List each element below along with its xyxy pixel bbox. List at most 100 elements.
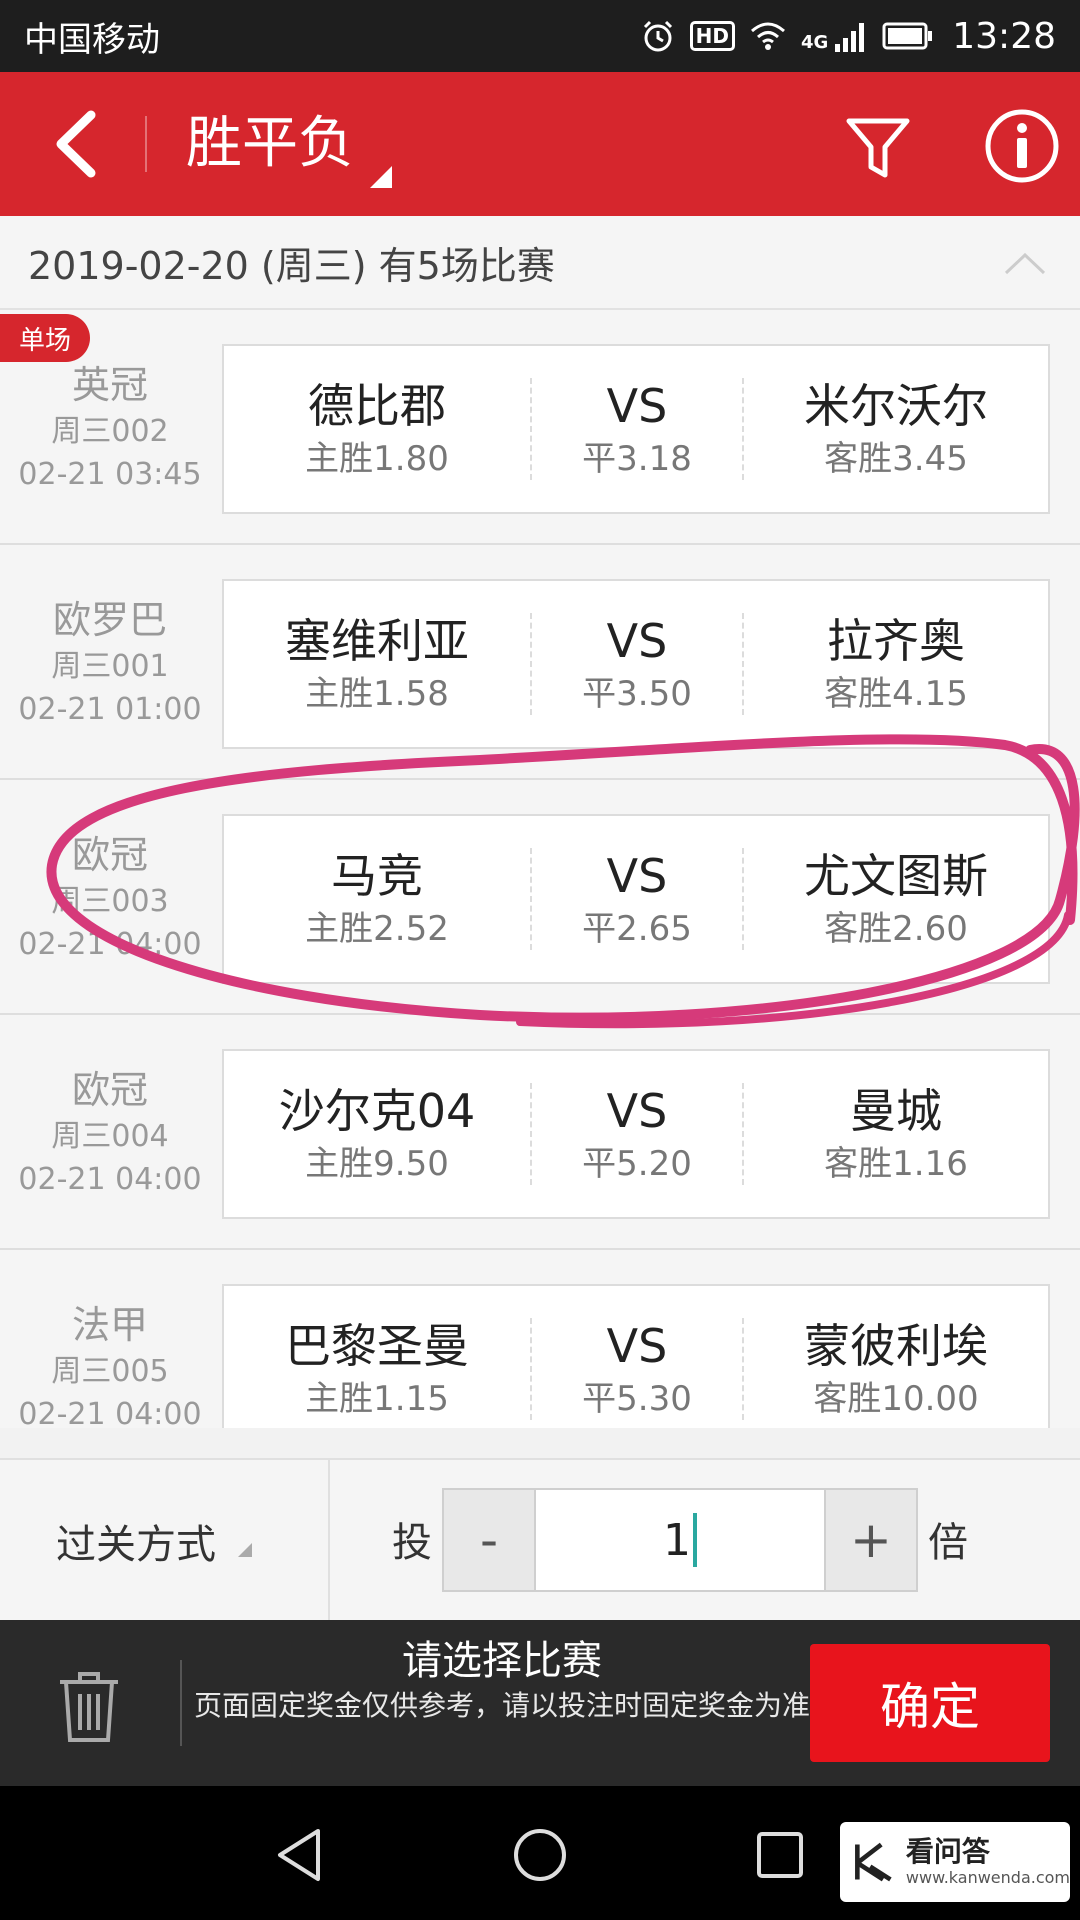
odds-box: 马竞 主胜2.52 VS 平2.65 尤文图斯 客胜2.60 — [222, 814, 1050, 984]
home-win-option[interactable]: 巴黎圣曼 主胜1.15 — [224, 1286, 530, 1428]
match-time: 02-21 03:45 — [18, 457, 202, 492]
home-team: 巴黎圣曼 — [285, 1319, 469, 1373]
away-odds: 客胜1.16 — [824, 1144, 968, 1184]
text-cursor — [693, 1513, 697, 1567]
chevron-up-icon — [1004, 252, 1046, 275]
away-team: 米尔沃尔 — [804, 379, 988, 433]
vs-label: VS — [606, 1319, 668, 1373]
home-win-option[interactable]: 马竞 主胜2.52 — [224, 816, 530, 982]
collapse-button[interactable] — [1000, 238, 1050, 288]
match-info: 欧冠 周三003 02-21 04:00 — [0, 780, 220, 1015]
draw-odds: 平3.18 — [582, 439, 692, 479]
away-odds: 客胜3.45 — [824, 439, 968, 479]
home-odds: 主胜1.80 — [305, 439, 449, 479]
match-time: 02-21 04:00 — [18, 927, 202, 962]
league-name: 英冠 — [71, 363, 148, 407]
away-team: 曼城 — [850, 1084, 942, 1138]
match-number: 周三002 — [51, 414, 169, 449]
match-row: 欧冠 周三003 02-21 04:00 马竞 主胜2.52 VS 平2.65 … — [0, 780, 1080, 1015]
league-name: 欧罗巴 — [52, 598, 167, 642]
home-team: 沙尔克04 — [278, 1084, 476, 1138]
match-number: 周三005 — [51, 1354, 169, 1389]
match-list[interactable]: 单场 英冠 周三002 02-21 03:45 德比郡 主胜1.80 VS 平3… — [0, 310, 1080, 1428]
away-odds: 客胜10.00 — [813, 1379, 979, 1419]
home-team: 塞维利亚 — [285, 614, 469, 668]
pass-mode-dropdown[interactable]: 过关方式 — [0, 1460, 330, 1622]
home-win-option[interactable]: 沙尔克04 主胜9.50 — [224, 1051, 530, 1217]
home-odds: 主胜1.15 — [305, 1379, 449, 1419]
date-group-header[interactable]: 2019-02-20 (周三) 有5场比赛 — [0, 216, 1080, 310]
match-time: 02-21 04:00 — [18, 1397, 202, 1428]
draw-odds: 平5.20 — [582, 1144, 692, 1184]
away-win-option[interactable]: 曼城 客胜1.16 — [744, 1051, 1048, 1217]
home-win-option[interactable]: 德比郡 主胜1.80 — [224, 346, 530, 512]
back-button[interactable] — [36, 104, 116, 184]
multiplier-value: 1 — [663, 1514, 691, 1566]
prize-disclaimer: 页面固定奖金仅供参考，请以投注时固定奖金为准 — [193, 1689, 810, 1722]
dropdown-caret-icon — [238, 1543, 252, 1557]
draw-option[interactable]: VS 平3.50 — [530, 581, 744, 747]
odds-box: 巴黎圣曼 主胜1.15 VS 平5.30 蒙彼利埃 客胜10.00 — [222, 1284, 1050, 1428]
away-win-option[interactable]: 米尔沃尔 客胜3.45 — [744, 346, 1048, 512]
status-time: 13:28 — [952, 15, 1056, 57]
play-type-dropdown[interactable]: 胜平负 — [186, 112, 354, 176]
clear-selection-button[interactable] — [52, 1666, 126, 1748]
pass-mode-label: 过关方式 — [56, 1522, 216, 1568]
match-row: 法甲 周三005 02-21 04:00 巴黎圣曼 主胜1.15 VS 平5.3… — [0, 1250, 1080, 1428]
nav-home-button[interactable] — [505, 1820, 575, 1890]
single-match-badge: 单场 — [0, 314, 90, 362]
match-number: 周三003 — [51, 884, 169, 919]
filter-button[interactable] — [838, 108, 918, 188]
away-odds: 客胜4.15 — [824, 674, 968, 714]
away-team: 蒙彼利埃 — [804, 1319, 988, 1373]
status-icons: HD 4G 13:28 — [640, 16, 1056, 57]
nav-back-button[interactable] — [264, 1820, 334, 1890]
select-match-prompt: 请选择比赛 — [402, 1638, 602, 1684]
away-team: 拉齐奥 — [827, 614, 965, 668]
away-team: 尤文图斯 — [804, 849, 988, 903]
action-divider — [180, 1660, 182, 1746]
increase-button[interactable]: + — [824, 1490, 916, 1590]
hd-badge: HD — [689, 21, 735, 51]
multiplier-input[interactable]: 1 — [536, 1490, 824, 1590]
home-win-option[interactable]: 塞维利亚 主胜1.58 — [224, 581, 530, 747]
match-info: 欧冠 周三004 02-21 04:00 — [0, 1015, 220, 1250]
action-texts: 请选择比赛 页面固定奖金仅供参考，请以投注时固定奖金为准 — [190, 1634, 814, 1724]
home-odds: 主胜1.58 — [305, 674, 449, 714]
watermark-logo-icon — [855, 1842, 892, 1882]
match-time: 02-21 04:00 — [18, 1162, 202, 1197]
network-type: 4G — [800, 31, 829, 53]
away-win-option[interactable]: 拉齐奥 客胜4.15 — [744, 581, 1048, 747]
watermark-url: www.kanwenda.com — [905, 1868, 1070, 1887]
draw-option[interactable]: VS 平2.65 — [530, 816, 744, 982]
away-win-option[interactable]: 尤文图斯 客胜2.60 — [744, 816, 1048, 982]
home-odds: 主胜2.52 — [305, 909, 449, 949]
triangle-back-icon — [278, 1829, 320, 1881]
trash-icon — [60, 1672, 118, 1742]
match-number: 周三004 — [51, 1119, 169, 1154]
status-bar: 中国移动 HD 4G 13:28 — [0, 0, 1080, 72]
date-group-text: 2019-02-20 (周三) 有5场比赛 — [28, 243, 555, 288]
square-recents-icon — [757, 1832, 803, 1878]
draw-option[interactable]: VS 平5.30 — [530, 1286, 744, 1428]
away-odds: 客胜2.60 — [824, 909, 968, 949]
site-watermark: 看问答 www.kanwenda.com — [840, 1822, 1070, 1902]
decrease-button[interactable]: - — [444, 1490, 536, 1590]
home-team: 德比郡 — [308, 379, 446, 433]
bet-bar: 过关方式 投 - 1 + 倍 — [0, 1458, 1080, 1622]
match-info: 欧罗巴 周三001 02-21 01:00 — [0, 545, 220, 780]
confirm-button[interactable]: 确定 — [810, 1644, 1050, 1762]
nav-recent-apps-button[interactable] — [745, 1820, 815, 1890]
match-info: 法甲 周三005 02-21 04:00 — [0, 1250, 220, 1428]
draw-option[interactable]: VS 平3.18 — [530, 346, 744, 512]
circle-home-icon — [514, 1829, 566, 1881]
info-button[interactable] — [980, 104, 1064, 188]
league-name: 欧冠 — [71, 1068, 148, 1112]
bet-label: 投 — [392, 1520, 432, 1566]
away-win-option[interactable]: 蒙彼利埃 客胜10.00 — [744, 1286, 1048, 1428]
match-number: 周三001 — [51, 649, 169, 684]
vs-label: VS — [606, 614, 668, 668]
league-name: 欧冠 — [71, 833, 148, 877]
odds-box: 德比郡 主胜1.80 VS 平3.18 米尔沃尔 客胜3.45 — [222, 344, 1050, 514]
draw-option[interactable]: VS 平5.20 — [530, 1051, 744, 1217]
